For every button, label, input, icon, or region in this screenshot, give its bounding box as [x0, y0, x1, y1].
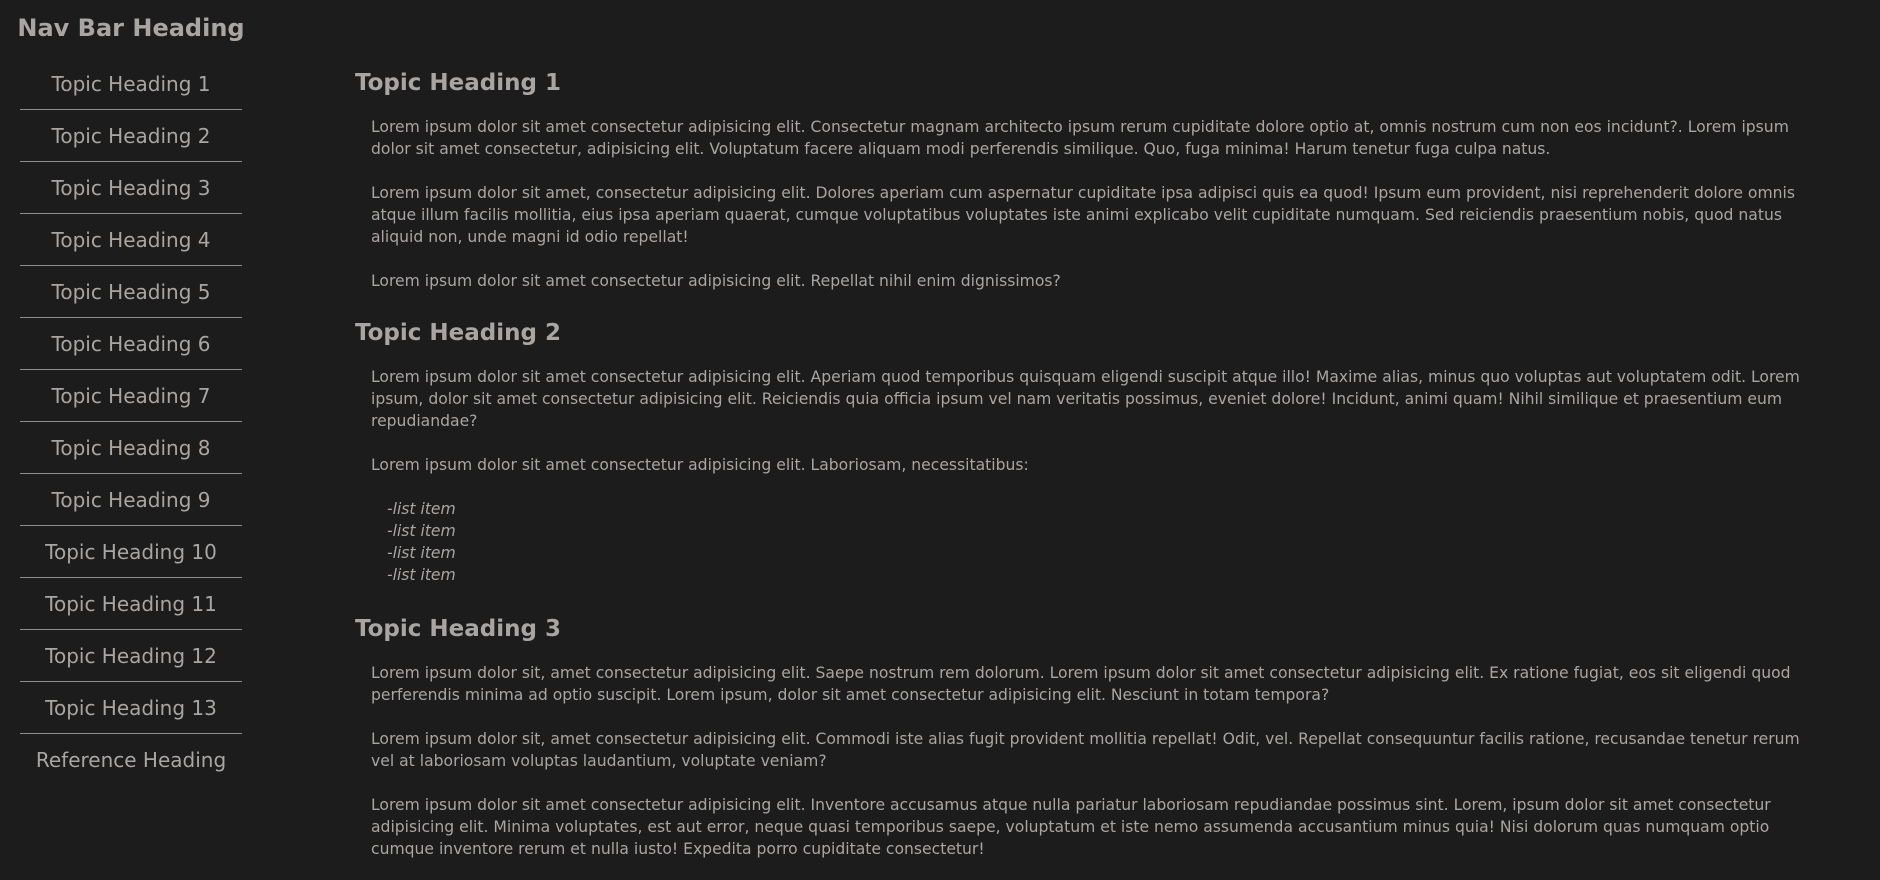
section-1-paragraph-2: Lorem ipsum dolor sit amet, consectetur …: [371, 184, 1795, 246]
nav-item-topic-7[interactable]: Topic Heading 7: [20, 370, 242, 422]
nav-item-topic-3[interactable]: Topic Heading 3: [20, 162, 242, 214]
list-item: -list item: [387, 566, 456, 584]
section-1-paragraph-1: Lorem ipsum dolor sit amet consectetur a…: [371, 118, 1789, 158]
nav-item-topic-12[interactable]: Topic Heading 12: [20, 630, 242, 682]
nav-item-topic-2[interactable]: Topic Heading 2: [20, 110, 242, 162]
section-heading-topic-3: Topic Heading 3: [355, 616, 561, 642]
main-content: Topic Heading 1 Lorem ipsum dolor sit am…: [355, 0, 1815, 860]
nav-item-topic-1[interactable]: Topic Heading 1: [20, 58, 242, 110]
nav-item-topic-11[interactable]: Topic Heading 11: [20, 578, 242, 630]
nav-item-reference[interactable]: Reference Heading: [20, 734, 242, 785]
nav-item-topic-8[interactable]: Topic Heading 8: [20, 422, 242, 474]
section-3-paragraph-3: Lorem ipsum dolor sit amet consectetur a…: [371, 796, 1771, 858]
nav-item-topic-10[interactable]: Topic Heading 10: [20, 526, 242, 578]
list-item: -list item: [387, 522, 456, 540]
section-2-paragraph-1: Lorem ipsum dolor sit amet consectetur a…: [371, 368, 1800, 430]
nav-item-topic-4[interactable]: Topic Heading 4: [20, 214, 242, 266]
nav-item-topic-13[interactable]: Topic Heading 13: [20, 682, 242, 734]
section-heading-topic-1: Topic Heading 1: [355, 70, 561, 96]
list-item: -list item: [387, 544, 456, 562]
section-2-list: -list item -list item -list item -list i…: [387, 498, 1815, 586]
section-3-paragraph-1: Lorem ipsum dolor sit, amet consectetur …: [371, 664, 1791, 704]
nav-list: Topic Heading 1 Topic Heading 2 Topic He…: [0, 58, 262, 785]
nav-bar-heading: Nav Bar Heading: [17, 14, 245, 42]
section-1-paragraph-3: Lorem ipsum dolor sit amet consectetur a…: [371, 272, 1061, 290]
nav-item-topic-5[interactable]: Topic Heading 5: [20, 266, 242, 318]
section-3-paragraph-2: Lorem ipsum dolor sit, amet consectetur …: [371, 730, 1800, 770]
sidebar-nav: Nav Bar Heading Topic Heading 1 Topic He…: [0, 0, 262, 880]
nav-item-topic-9[interactable]: Topic Heading 9: [20, 474, 242, 526]
nav-item-topic-6[interactable]: Topic Heading 6: [20, 318, 242, 370]
list-item: -list item: [387, 500, 456, 518]
section-heading-topic-2: Topic Heading 2: [355, 320, 561, 346]
section-2-paragraph-2: Lorem ipsum dolor sit amet consectetur a…: [371, 456, 1029, 474]
